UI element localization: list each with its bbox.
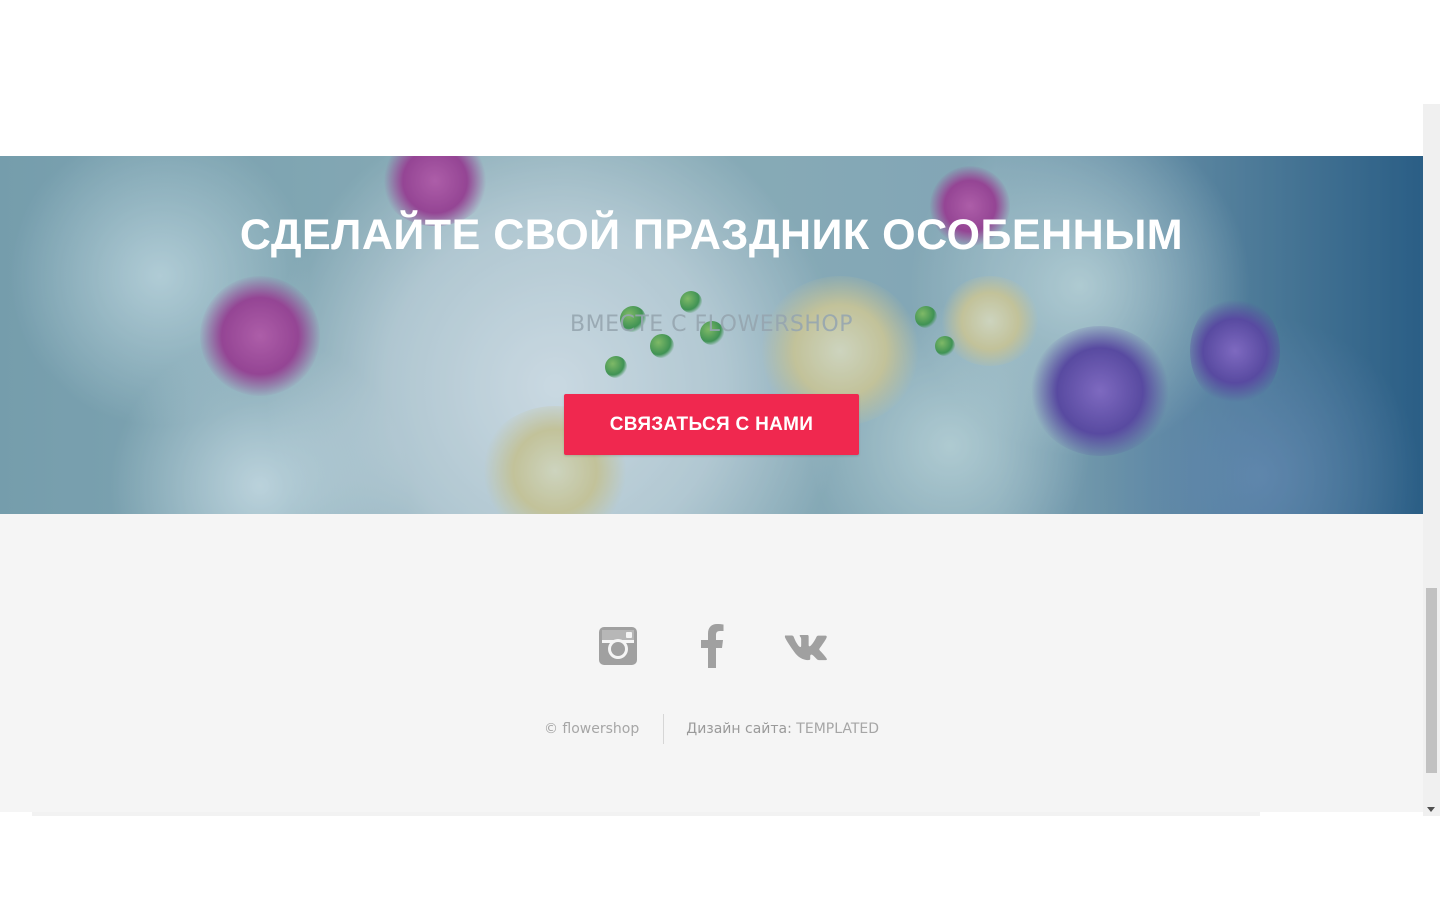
scroll-down-arrow-icon[interactable]: [1427, 807, 1435, 812]
templated-link[interactable]: TEMPLATED: [796, 721, 879, 737]
hero-title: СДЕЛАЙТЕ СВОЙ ПРАЗДНИК ОСОБЕННЫМ: [239, 211, 1184, 259]
vk-link[interactable]: [784, 622, 828, 670]
scrollbar-thumb[interactable]: [1426, 588, 1437, 773]
page-bottom-edge: [32, 812, 1260, 816]
hero-subtitle: ВМЕСТЕ С FLOWERSHOP: [570, 312, 853, 337]
copyright-text: © flowershop: [543, 721, 640, 737]
contact-us-button[interactable]: СВЯЗАТЬСЯ С НАМИ: [564, 394, 859, 455]
instagram-icon: [598, 627, 637, 665]
instagram-link[interactable]: [596, 622, 640, 670]
footer: © flowershop Дизайн сайта: TEMPLATED: [0, 514, 1423, 812]
hero-banner: СДЕЛАЙТЕ СВОЙ ПРАЗДНИК ОСОБЕННЫМ ВМЕСТЕ …: [0, 156, 1423, 514]
credits: Дизайн сайта: TEMPLATED: [664, 721, 879, 737]
footer-meta: © flowershop Дизайн сайта: TEMPLATED: [0, 714, 1423, 744]
credits-label: Дизайн сайта:: [686, 721, 797, 737]
facebook-link[interactable]: [690, 622, 734, 670]
facebook-icon: [700, 624, 723, 668]
vk-icon: [784, 635, 827, 661]
browser-viewport: СДЕЛАЙТЕ СВОЙ ПРАЗДНИК ОСОБЕННЫМ ВМЕСТЕ …: [0, 0, 1440, 900]
social-links: [0, 622, 1423, 670]
vertical-scrollbar[interactable]: [1423, 104, 1440, 816]
